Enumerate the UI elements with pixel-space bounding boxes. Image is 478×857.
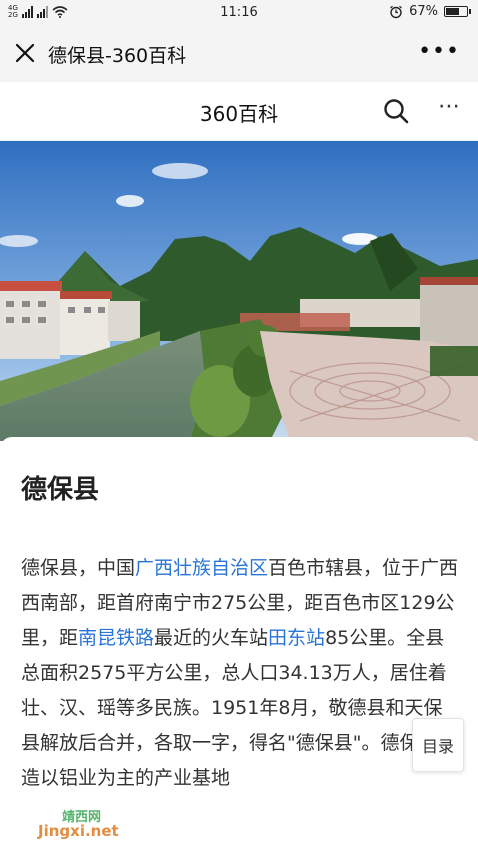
close-icon[interactable] [12,40,38,66]
article-body: 德保县，中国广西壮族自治区百色市辖县，位于广西西南部，距首府南宁市275公里，距… [21,551,461,796]
wechat-nav-bar: 德保县-360百科 ••• [0,26,478,82]
more-icon[interactable]: ••• [418,39,460,64]
search-icon[interactable] [382,97,410,125]
watermark-line2: Jingxi.net [38,822,119,840]
article-link[interactable]: 广西壮族自治区 [135,557,268,579]
wechat-page-title: 德保县-360百科 [48,45,187,67]
article-text: 85公里。全县总面积2575平方公里，总人口34.13万人，居住着壮、汉、瑶等多… [21,627,457,789]
article-text: 德保县，中国 [21,557,136,579]
landscape-photo [0,141,478,441]
article-title: 德保县 [21,475,100,505]
alarm-icon [390,5,403,18]
status-bar: 4G 2G 11:16 67% [0,0,478,26]
battery-icon [444,6,471,17]
site-more-icon[interactable]: ⋯ [438,94,460,119]
article-link[interactable]: 田东站 [268,627,325,649]
toc-button[interactable]: 目录 [412,718,464,772]
hero-image [0,141,478,441]
battery-fill [446,8,459,15]
article-text: 最近的火车站 [154,627,269,649]
article-link[interactable]: 南昆铁路 [78,627,154,649]
battery-percent: 67% [409,4,438,19]
site-header: 360百科 ⋯ [0,82,478,141]
watermark: 靖西网 Jingxi.net [34,806,124,846]
status-right: 67% [389,4,471,19]
